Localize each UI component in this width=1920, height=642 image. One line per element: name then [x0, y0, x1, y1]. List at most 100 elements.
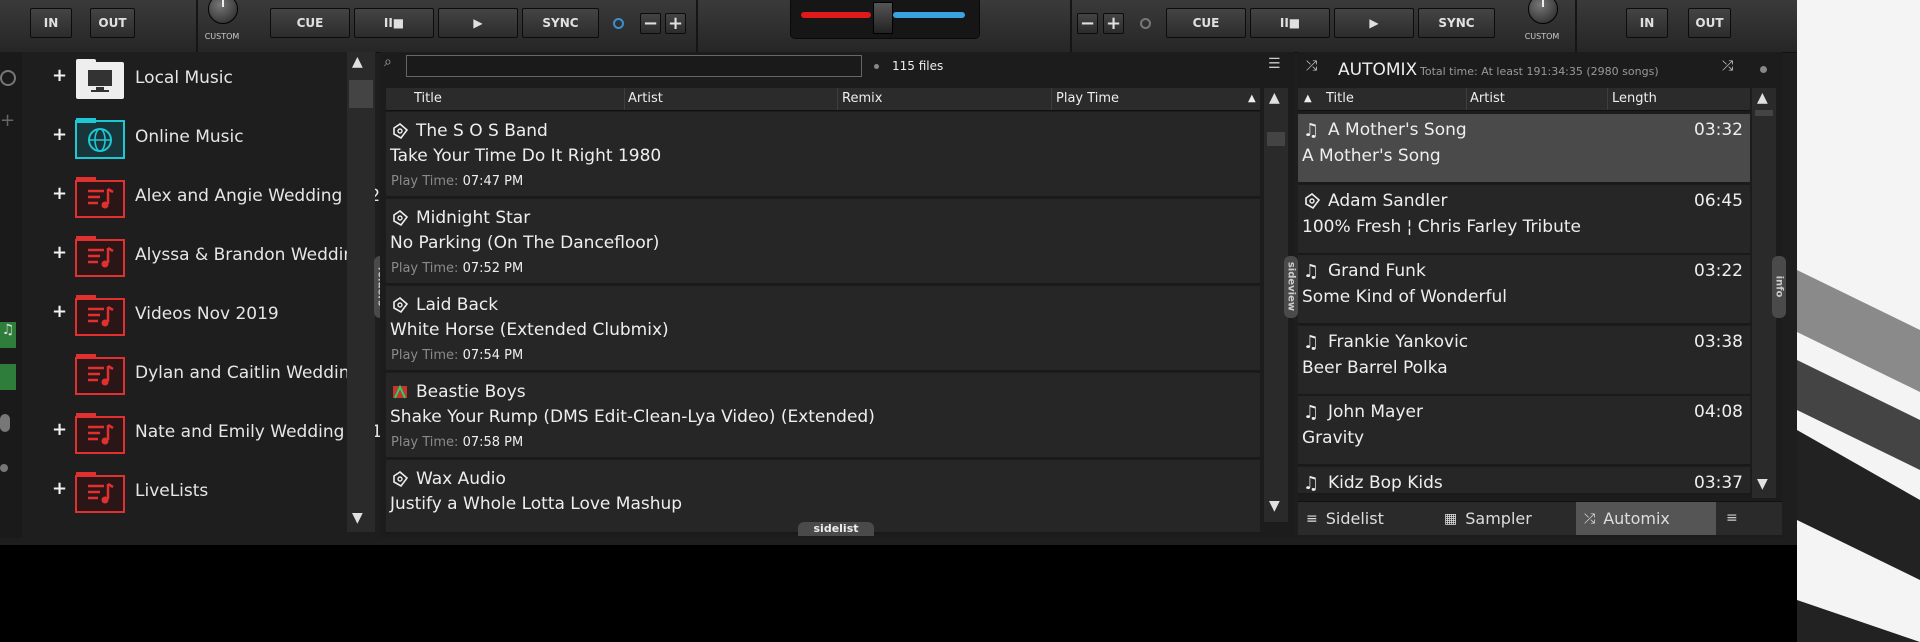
- note-icon: ♫: [1303, 402, 1320, 423]
- column-length[interactable]: Length: [1612, 91, 1657, 106]
- left-pause-button[interactable]: II■: [354, 8, 434, 38]
- sort-asc-icon[interactable]: ▲: [1304, 93, 1312, 104]
- scroll-thumb[interactable]: [1267, 132, 1285, 146]
- scroll-up-icon[interactable]: ▲: [352, 54, 363, 70]
- left-pitch-plus-button[interactable]: +: [665, 13, 686, 34]
- folder-item[interactable]: Dylan and Caitlin Wedding: [22, 353, 377, 401]
- expand-icon[interactable]: +: [52, 419, 67, 440]
- tag-filter-icon[interactable]: [0, 364, 16, 390]
- sidelist-tab[interactable]: sidelist: [798, 522, 874, 536]
- right-play-button[interactable]: ▶: [1334, 8, 1414, 38]
- left-loop-out-button[interactable]: OUT: [90, 8, 135, 38]
- track-length: 03:22: [1694, 261, 1743, 281]
- add-icon[interactable]: +: [0, 110, 15, 131]
- note-icon: ♫: [1303, 261, 1320, 282]
- crossfader-handle[interactable]: [873, 2, 893, 34]
- expand-icon[interactable]: +: [52, 478, 67, 499]
- right-cue-button[interactable]: CUE: [1166, 8, 1246, 38]
- knob-dial[interactable]: [1528, 0, 1558, 24]
- folder-item[interactable]: + Alex and Angie Wedding 2021: [22, 176, 391, 224]
- dot-icon[interactable]: [0, 464, 8, 472]
- track-row[interactable]: Beastie Boys Shake Your Rump (DMS Edit-Cl…: [386, 373, 1260, 459]
- track-row[interactable]: Midnight Star No Parking (On The Danceflo…: [386, 199, 1260, 285]
- playlist-folder-icon: [75, 235, 125, 277]
- disc-icon[interactable]: [0, 70, 16, 86]
- column-remix[interactable]: Remix: [842, 91, 882, 106]
- music-filter-icon[interactable]: ♫: [0, 322, 16, 348]
- sideview-tab[interactable]: sideview: [1284, 256, 1298, 318]
- scroll-down-icon[interactable]: ▼: [1269, 498, 1280, 514]
- scroll-up-icon[interactable]: ▲: [1269, 90, 1280, 106]
- scroll-thumb[interactable]: [1755, 110, 1773, 116]
- right-sync-indicator-icon[interactable]: [1140, 18, 1151, 29]
- folder-item[interactable]: + LiveLists: [22, 471, 377, 519]
- right-pause-button[interactable]: II■: [1250, 8, 1330, 38]
- tab-automix[interactable]: ⤮ Automix: [1576, 502, 1716, 535]
- track-row[interactable]: The S O S Band Take Your Time Do It Right…: [386, 112, 1260, 198]
- right-custom-knob[interactable]: CUSTOM: [1520, 0, 1564, 41]
- right-pitch-minus-button[interactable]: −: [1077, 13, 1098, 34]
- scroll-thumb[interactable]: [349, 80, 373, 108]
- left-custom-knob[interactable]: CUSTOM: [200, 0, 244, 41]
- track-row[interactable]: Laid Back White Horse (Extended Clubmix) P…: [386, 286, 1260, 372]
- column-artist[interactable]: Artist: [1470, 91, 1505, 106]
- column-title[interactable]: Title: [414, 91, 442, 106]
- left-pitch-minus-button[interactable]: −: [640, 13, 661, 34]
- sort-asc-icon[interactable]: ▲: [1248, 93, 1256, 104]
- knob-dial[interactable]: [208, 0, 238, 24]
- play-time-label: Play Time:: [391, 348, 459, 363]
- automix-track-row[interactable]: ♫ Kidz Bop Kids 03:37: [1298, 466, 1750, 495]
- expand-icon[interactable]: +: [52, 242, 67, 263]
- column-divider: [1466, 88, 1467, 110]
- microphone-icon[interactable]: [0, 414, 10, 432]
- column-play-time[interactable]: Play Time: [1056, 91, 1119, 106]
- column-divider: [624, 88, 625, 110]
- scroll-down-icon[interactable]: ▼: [1757, 476, 1768, 492]
- left-sync-button[interactable]: SYNC: [522, 8, 599, 38]
- left-loop-in-button[interactable]: IN: [30, 8, 72, 38]
- right-loop-in-button[interactable]: IN: [1626, 8, 1668, 38]
- tab-menu-icon[interactable]: ≡: [1726, 510, 1738, 526]
- automix-shuffle-button-icon[interactable]: ⤮: [1722, 58, 1733, 74]
- left-sync-indicator-icon[interactable]: [613, 18, 624, 29]
- folders-scrollbar[interactable]: ▲ ▼: [347, 52, 375, 532]
- scroll-up-icon[interactable]: ▲: [1757, 90, 1768, 106]
- automix-track-row[interactable]: Adam Sandler 100% Fresh ¦ Chris Farley Tr…: [1298, 184, 1750, 255]
- browser-header: Title Artist Remix Play Time ▲: [386, 88, 1260, 111]
- list-options-icon[interactable]: ☰: [1268, 56, 1281, 72]
- column-artist[interactable]: Artist: [628, 91, 663, 106]
- automix-track-row[interactable]: ♫ John Mayer Gravity 04:08: [1298, 396, 1750, 466]
- automix-track-row[interactable]: ♫ Frankie Yankovic Beer Barrel Polka 03:38: [1298, 325, 1750, 396]
- expand-icon[interactable]: +: [52, 124, 67, 145]
- left-play-button[interactable]: ▶: [438, 8, 518, 38]
- right-sync-button[interactable]: SYNC: [1418, 8, 1495, 38]
- folder-label: Alyssa & Brandon Wedding: [135, 245, 365, 265]
- tab-sampler[interactable]: ▦ Sampler: [1434, 502, 1574, 535]
- expand-icon[interactable]: +: [52, 301, 67, 322]
- left-cue-button[interactable]: CUE: [270, 8, 350, 38]
- automix-track-row[interactable]: ♫ Grand Funk Some Kind of Wonderful 03:22: [1298, 255, 1750, 325]
- info-tab[interactable]: info: [1772, 256, 1786, 318]
- folder-item[interactable]: + Local Music: [22, 58, 377, 106]
- tab-sidelist[interactable]: ≡ Sidelist: [1298, 502, 1434, 535]
- track-length: 03:38: [1694, 331, 1743, 352]
- track-artist: Laid Back: [416, 295, 499, 315]
- automix-status-icon[interactable]: [1760, 66, 1767, 73]
- playlist-folder-icon: [75, 176, 125, 218]
- expand-icon[interactable]: +: [52, 183, 67, 204]
- track-artist: John Mayer: [1328, 402, 1423, 422]
- right-loop-out-button[interactable]: OUT: [1688, 8, 1731, 38]
- column-title[interactable]: Title: [1326, 91, 1354, 106]
- shuffle-icon[interactable]: ⤮: [1306, 58, 1317, 74]
- expand-icon[interactable]: +: [52, 65, 67, 86]
- folder-item[interactable]: + Videos Nov 2019: [22, 294, 377, 342]
- folder-item[interactable]: + Nate and Emily Wedding 2015: [22, 412, 393, 460]
- scroll-down-icon[interactable]: ▼: [352, 510, 363, 526]
- playlist-folder-icon: [75, 353, 125, 395]
- track-length: 03:37: [1694, 472, 1743, 493]
- right-pitch-plus-button[interactable]: +: [1103, 13, 1124, 34]
- automix-track-row[interactable]: ♫ A Mother's Song A Mother's Song 03:32: [1298, 114, 1750, 184]
- folder-item[interactable]: + Alyssa & Brandon Wedding: [22, 235, 377, 283]
- folder-item[interactable]: + Online Music: [22, 117, 377, 165]
- search-input[interactable]: [406, 55, 862, 77]
